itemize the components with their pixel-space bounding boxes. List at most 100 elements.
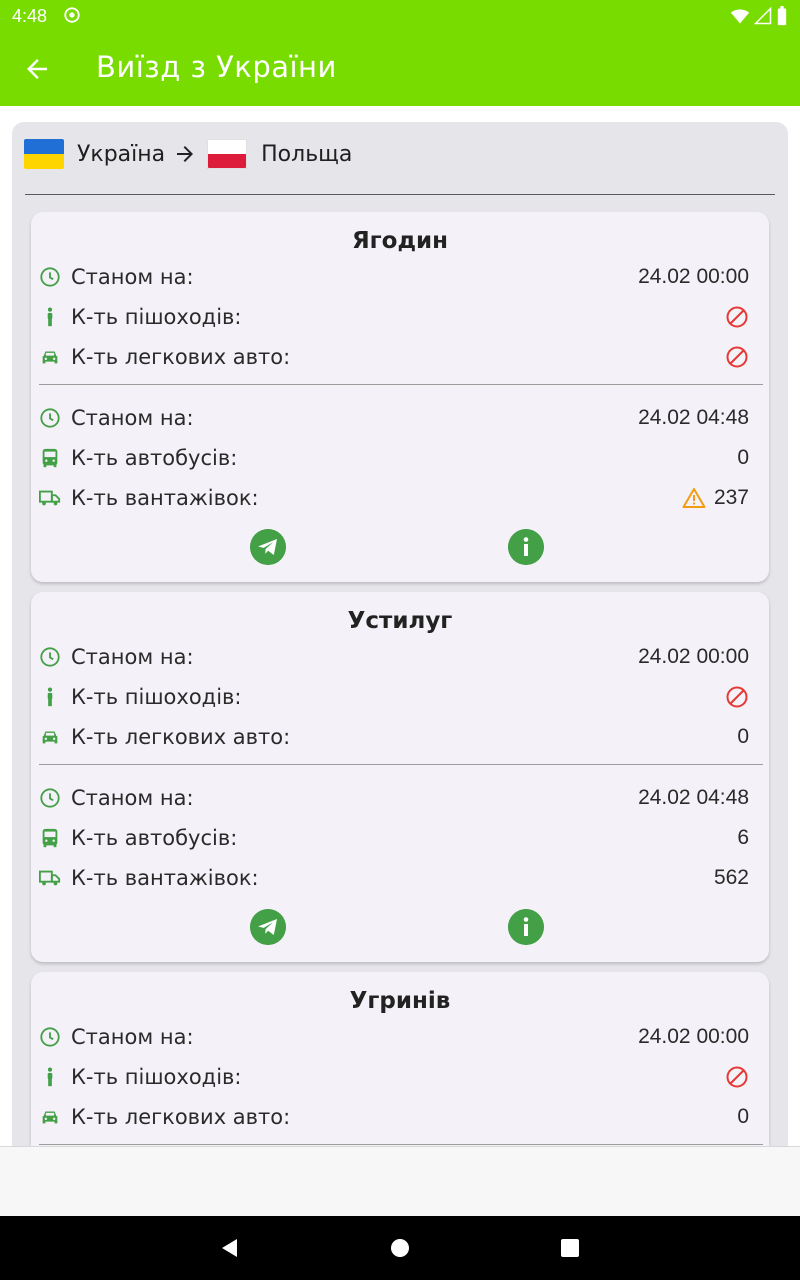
clock-icon [40,1027,60,1047]
trucks-label: К-ть вантажівок: [71,866,259,890]
buses-value: 6 [737,826,749,849]
trucks-value: 562 [713,866,749,889]
not-allowed-icon [726,306,748,328]
pedestrians-row: К-ть пішоходів: [39,680,761,714]
route-header: Україна Польща [24,134,774,174]
section-divider [39,764,763,765]
poland-flag-icon [207,139,248,169]
as-of-row: Станом на: 24.02 00:00 [39,260,761,294]
as-of-label: Станом на: [71,265,194,289]
trucks-row: К-ть вантажівок: 237 [39,481,761,515]
as-of-row: Станом на: 24.02 00:00 [39,640,761,674]
signal-icon [754,6,772,25]
trucks-label: К-ть вантажівок: [71,486,259,510]
not-allowed-icon [726,1066,748,1088]
car-icon [42,731,58,744]
telegram-button[interactable] [250,909,286,945]
pedestrians-label: К-ть пішоходів: [71,305,242,329]
section-divider [39,384,763,385]
telegram-button[interactable] [250,529,286,565]
route-divider [25,194,775,195]
clock-icon [40,788,60,808]
nav-recents-icon[interactable] [558,1236,582,1260]
cars-row: К-ть легкових авто: 0 [39,720,761,754]
as-of-value: 24.02 04:48 [638,786,749,809]
arrow-left-icon[interactable] [22,54,52,84]
route-from: Україна [77,141,166,167]
as-of-label: Станом на: [71,406,194,430]
as-of-label: Станом на: [71,786,194,810]
checkpoint-name: Устилуг [347,608,453,634]
car-icon [42,1111,58,1124]
pedestrian-icon [47,307,53,327]
page-title: Виїзд з України [96,50,337,84]
as-of-row: Станом на: 24.02 04:48 [39,781,761,815]
as-of-value: 24.02 00:00 [638,265,749,288]
checkpoint-card: Угринів Станом на: 24.02 00:00 К-ть пішо… [31,972,769,1146]
pedestrian-icon [47,1067,53,1087]
buses-value: 0 [737,446,749,469]
warning-icon [682,488,706,508]
content-area[interactable]: Україна Польща Ягодин Станом на: 24.02 0… [0,106,800,1146]
as-of-value: 24.02 00:00 [638,1025,749,1048]
clock-icon [40,267,60,287]
as-of-value: 24.02 04:48 [638,406,749,429]
buses-label: К-ть автобусів: [71,446,238,470]
cars-row: К-ть легкових авто: [39,340,761,374]
system-nav-bar [0,1216,800,1280]
direction-panel: Україна Польща Ягодин Станом на: 24.02 0… [12,122,788,1146]
pedestrians-value [725,685,749,709]
truck-icon [39,490,61,506]
sync-icon [64,7,80,23]
arrow-right-icon [177,146,194,162]
pedestrians-label: К-ть пішоходів: [71,685,242,709]
status-time: 4:48 [12,6,48,26]
trucks-row: К-ть вантажівок: 562 [39,861,761,895]
as-of-row: Станом на: 24.02 04:48 [39,401,761,435]
not-allowed-icon [726,686,748,708]
info-button[interactable] [508,529,544,565]
clock-icon [40,408,60,428]
as-of-value: 24.02 00:00 [638,645,749,668]
info-button[interactable] [508,909,544,945]
as-of-label: Станом на: [71,645,194,669]
checkpoint-name: Ягодин [351,228,449,254]
buses-row: К-ть автобусів: 0 [39,441,761,475]
cars-value: 0 [737,1105,749,1128]
not-allowed-icon [726,346,748,368]
pedestrians-row: К-ть пішоходів: [39,1060,761,1094]
pedestrian-icon [47,687,53,707]
checkpoint-card: Ягодин Станом на: 24.02 00:00 К-ть пішох… [31,212,769,582]
wifi-icon [730,9,750,24]
cars-label: К-ть легкових авто: [71,1105,291,1129]
cars-label: К-ть легкових авто: [71,345,291,369]
bottom-bar [0,1146,800,1216]
nav-home-icon[interactable] [388,1236,412,1260]
checkpoint-card: Устилуг Станом на: 24.02 00:00 К-ть пішо… [31,592,769,962]
nav-back-icon[interactable] [218,1236,242,1260]
clock-icon [40,647,60,667]
trucks-count: 237 [713,486,749,509]
battery-icon [777,6,787,26]
status-bar: 4:48 [0,0,800,32]
section-divider [39,1144,763,1145]
pedestrians-label: К-ть пішоходів: [71,1065,242,1089]
cars-value [725,345,749,369]
cars-row: К-ть легкових авто: 0 [39,1100,761,1134]
as-of-row: Станом на: 24.02 00:00 [39,1020,761,1054]
pedestrians-value [725,305,749,329]
as-of-label: Станом на: [71,1025,194,1049]
truck-icon [39,870,61,886]
car-icon [42,351,58,364]
route-to: Польща [261,141,353,167]
trucks-value: 237 [682,486,749,510]
checkpoint-name: Угринів [349,988,451,1014]
bus-icon [42,448,58,468]
bus-icon [42,828,58,848]
cars-value: 0 [737,725,749,748]
ukraine-flag-icon [24,139,64,169]
app-bar: Виїзд з України [0,32,800,106]
cars-label: К-ть легкових авто: [71,725,291,749]
pedestrians-value [725,1065,749,1089]
status-icons [730,6,788,26]
